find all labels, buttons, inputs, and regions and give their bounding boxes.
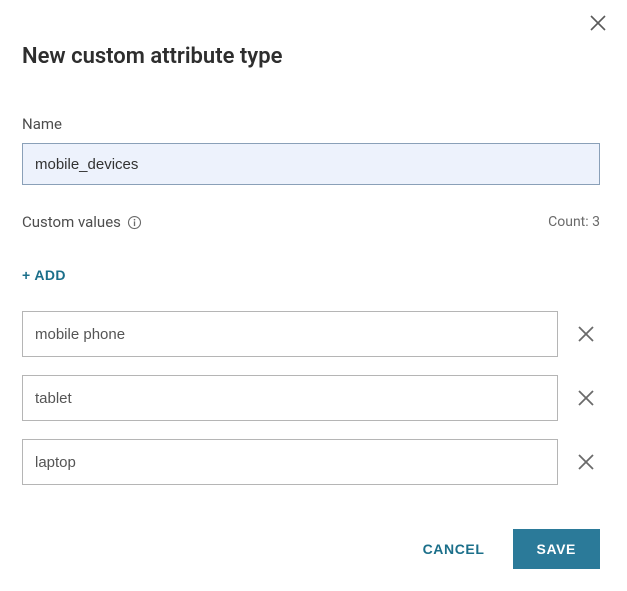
value-input[interactable]	[22, 375, 558, 421]
value-input[interactable]	[22, 311, 558, 357]
close-icon	[576, 452, 596, 472]
close-icon	[589, 14, 607, 32]
close-icon	[576, 324, 596, 344]
add-button[interactable]: + ADD	[22, 265, 66, 285]
remove-value-button[interactable]	[572, 384, 600, 412]
name-input[interactable]	[22, 143, 600, 185]
close-button[interactable]	[589, 14, 607, 32]
value-row	[22, 375, 600, 421]
save-button[interactable]: SAVE	[513, 529, 601, 569]
cancel-button[interactable]: CANCEL	[419, 531, 489, 567]
value-row	[22, 439, 600, 485]
custom-values-label: Custom values	[22, 213, 121, 231]
info-icon[interactable]	[127, 215, 142, 230]
value-input[interactable]	[22, 439, 558, 485]
values-list	[22, 311, 605, 485]
new-attribute-modal: New custom attribute type Name Custom va…	[0, 0, 627, 591]
remove-value-button[interactable]	[572, 320, 600, 348]
close-icon	[576, 388, 596, 408]
count-label: Count: 3	[548, 214, 600, 230]
remove-value-button[interactable]	[572, 448, 600, 476]
name-label: Name	[22, 115, 605, 133]
value-row	[22, 311, 600, 357]
modal-title: New custom attribute type	[22, 44, 605, 69]
